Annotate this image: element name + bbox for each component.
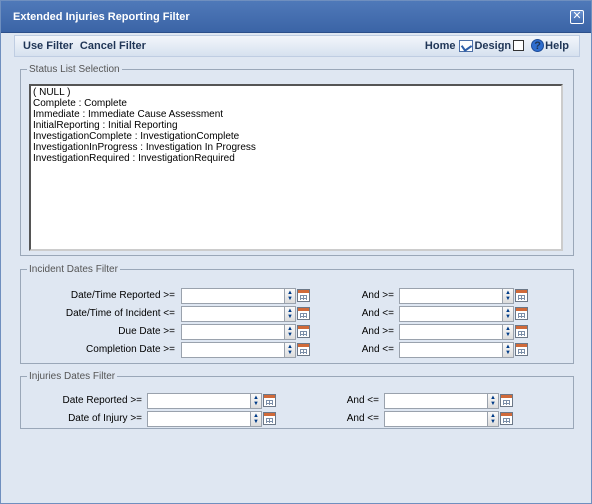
calendar-icon[interactable] <box>297 289 310 302</box>
date-to-spinner[interactable]: ▲ ▼ <box>502 306 514 322</box>
dialog-title: Extended Injuries Reporting Filter <box>13 11 190 23</box>
status-list-item[interactable]: InitialReporting : Initial Reporting <box>33 120 559 131</box>
calendar-icon[interactable] <box>515 289 528 302</box>
date-to-input[interactable] <box>399 306 502 322</box>
spin-down-icon[interactable]: ▼ <box>287 350 293 356</box>
calendar-icon[interactable] <box>297 307 310 320</box>
date-to-input[interactable] <box>399 288 502 304</box>
calendar-icon[interactable] <box>297 343 310 356</box>
title-bar: Extended Injuries Reporting Filter ✕ <box>1 1 591 33</box>
spin-down-icon[interactable]: ▼ <box>287 314 293 320</box>
filter-dialog: Extended Injuries Reporting Filter ✕ Use… <box>0 0 592 504</box>
date-to-input[interactable] <box>384 411 487 427</box>
incident-dates-legend: Incident Dates Filter <box>29 264 118 275</box>
spin-down-icon[interactable]: ▼ <box>253 419 259 425</box>
help-icon: ? <box>531 39 545 52</box>
date-filter-row: Date/Time Reported >= ▲ ▼ And >= ▲ ▼ <box>21 288 573 304</box>
cancel-filter-button[interactable]: Cancel Filter <box>80 40 146 52</box>
calendar-icon[interactable] <box>297 325 310 338</box>
date-filter-row: Date/Time of Incident <= ▲ ▼ And <= ▲ ▼ <box>21 306 573 322</box>
and-label: And <= <box>361 308 394 319</box>
status-list-legend: Status List Selection <box>29 64 120 75</box>
date-from-spinner[interactable]: ▲ ▼ <box>250 393 262 409</box>
injury-dates-legend: Injuries Dates Filter <box>29 371 116 382</box>
spin-down-icon[interactable]: ▼ <box>505 314 511 320</box>
calendar-icon[interactable] <box>515 343 528 356</box>
date-from-input[interactable] <box>181 306 284 322</box>
calendar-icon[interactable] <box>263 394 276 407</box>
design-checkbox[interactable] <box>513 40 525 51</box>
spin-down-icon[interactable]: ▼ <box>253 401 259 407</box>
calendar-icon[interactable] <box>515 325 528 338</box>
incident-dates-section: Incident Dates Filter Date/Time Reported… <box>20 264 574 364</box>
date-to-spinner[interactable]: ▲ ▼ <box>487 393 499 409</box>
date-filter-row: Completion Date >= ▲ ▼ And <= ▲ ▼ <box>21 342 573 358</box>
calendar-icon[interactable] <box>515 307 528 320</box>
help-link[interactable]: Help <box>545 40 569 52</box>
date-to-input[interactable] <box>399 324 502 340</box>
spin-down-icon[interactable]: ▼ <box>287 296 293 302</box>
date-filter-label: Date/Time of Incident <= <box>65 308 175 319</box>
date-filter-label: Due Date >= <box>118 326 175 337</box>
date-from-input[interactable] <box>147 393 250 409</box>
date-from-input[interactable] <box>181 342 284 358</box>
spin-down-icon[interactable]: ▼ <box>490 401 496 407</box>
date-filter-label: Date of Injury >= <box>68 413 142 424</box>
date-filter-row: Date Reported >= ▲ ▼ And <= ▲ ▼ <box>21 393 573 409</box>
date-from-spinner[interactable]: ▲ ▼ <box>284 288 296 304</box>
date-to-spinner[interactable]: ▲ ▼ <box>502 288 514 304</box>
calendar-icon[interactable] <box>500 394 513 407</box>
calendar-icon[interactable] <box>500 412 513 425</box>
spin-down-icon[interactable]: ▼ <box>505 350 511 356</box>
status-list-item[interactable]: InvestigationComplete : InvestigationCom… <box>33 131 559 142</box>
and-label: And <= <box>346 413 379 424</box>
home-link[interactable]: Home <box>425 40 456 52</box>
date-filter-label: Date Reported >= <box>62 395 143 406</box>
design-icon <box>459 39 474 52</box>
date-from-input[interactable] <box>147 411 250 427</box>
date-from-input[interactable] <box>181 324 284 340</box>
status-list-section: Status List Selection ( NULL ) Complete :… <box>20 64 574 256</box>
date-filter-row: Due Date >= ▲ ▼ And >= ▲ ▼ <box>21 324 573 340</box>
date-from-spinner[interactable]: ▲ ▼ <box>284 342 296 358</box>
spin-down-icon[interactable]: ▼ <box>505 332 511 338</box>
and-label: And >= <box>361 326 394 337</box>
close-icon[interactable]: ✕ <box>570 10 584 24</box>
date-to-input[interactable] <box>399 342 502 358</box>
design-link[interactable]: Design <box>474 40 511 52</box>
date-filter-row: Date of Injury >= ▲ ▼ And <= ▲ ▼ <box>21 411 573 427</box>
toolbar: Use Filter Cancel Filter Home Design ? H… <box>14 35 580 57</box>
date-to-spinner[interactable]: ▲ ▼ <box>502 342 514 358</box>
date-filter-label: Date/Time Reported >= <box>70 290 175 301</box>
date-to-spinner[interactable]: ▲ ▼ <box>502 324 514 340</box>
spin-down-icon[interactable]: ▼ <box>505 296 511 302</box>
use-filter-button[interactable]: Use Filter <box>23 40 73 52</box>
status-list-item[interactable]: Immediate : Immediate Cause Assessment <box>33 109 559 120</box>
status-list-item[interactable]: ( NULL ) <box>33 87 559 98</box>
calendar-icon[interactable] <box>263 412 276 425</box>
date-filter-label: Completion Date >= <box>86 344 175 355</box>
status-list-item[interactable]: InvestigationInProgress : Investigation … <box>33 142 559 153</box>
and-label: And <= <box>361 344 394 355</box>
date-from-spinner[interactable]: ▲ ▼ <box>250 411 262 427</box>
date-to-input[interactable] <box>384 393 487 409</box>
date-from-input[interactable] <box>181 288 284 304</box>
status-listbox[interactable]: ( NULL ) Complete : Complete Immediate : I… <box>29 84 563 251</box>
status-list-item[interactable]: InvestigationRequired : InvestigationReq… <box>33 153 559 164</box>
injury-dates-section: Injuries Dates Filter Date Reported >= ▲ ▼… <box>20 371 574 429</box>
date-from-spinner[interactable]: ▲ ▼ <box>284 306 296 322</box>
spin-down-icon[interactable]: ▼ <box>490 419 496 425</box>
spin-down-icon[interactable]: ▼ <box>287 332 293 338</box>
and-label: And <= <box>346 395 379 406</box>
date-from-spinner[interactable]: ▲ ▼ <box>284 324 296 340</box>
date-to-spinner[interactable]: ▲ ▼ <box>487 411 499 427</box>
status-list-item[interactable]: Complete : Complete <box>33 98 559 109</box>
and-label: And >= <box>361 290 394 301</box>
